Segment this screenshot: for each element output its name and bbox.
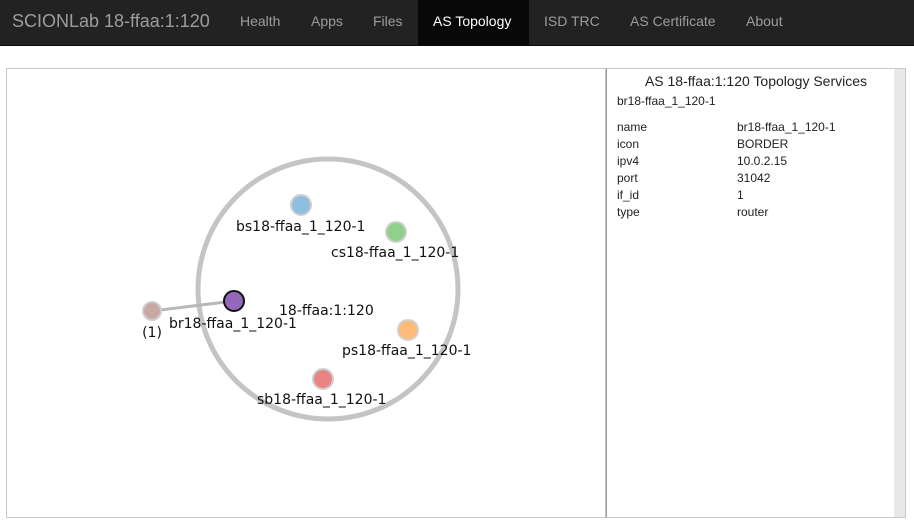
nav-as-topology[interactable]: AS Topology: [418, 0, 529, 45]
nav-isd-trc[interactable]: ISD TRC: [529, 0, 615, 45]
property-key: port: [617, 171, 638, 185]
topology-services-panel: AS 18-ffaa:1:120 Topology Services br18-…: [606, 68, 906, 518]
nav-files[interactable]: Files: [358, 0, 418, 45]
selected-node-label: br18-ffaa_1_120-1: [617, 94, 716, 108]
border-router-node[interactable]: [223, 290, 245, 312]
nav-apps[interactable]: Apps: [296, 0, 358, 45]
property-key: icon: [617, 137, 640, 151]
br-node-label: br18-ffaa_1_120-1: [169, 316, 297, 332]
property-value: 31042: [737, 171, 771, 185]
property-key: ipv4: [617, 154, 640, 168]
topology-graph-panel: (1) bs18-ffaa_1_120-1 cs18-ffaa_1_120-1 …: [6, 68, 606, 518]
remote-as-node[interactable]: [142, 301, 162, 321]
property-key: if_id: [617, 188, 640, 202]
property-key: type: [617, 205, 640, 219]
property-value: router: [737, 205, 769, 219]
cs-node-label: cs18-ffaa_1_120-1: [331, 245, 459, 261]
link-label: (1): [142, 325, 162, 341]
panel-scrollbar[interactable]: [894, 69, 905, 517]
nav-as-certificate[interactable]: AS Certificate: [615, 0, 731, 45]
brand-link[interactable]: SCIONLab 18-ffaa:1:120: [12, 0, 210, 46]
path-service-node[interactable]: [397, 319, 419, 341]
certificate-service-node[interactable]: [385, 221, 407, 243]
sb-node-label: sb18-ffaa_1_120-1: [257, 392, 386, 408]
topology-graph[interactable]: (1) bs18-ffaa_1_120-1 cs18-ffaa_1_120-1 …: [7, 69, 607, 519]
bs-node-label: bs18-ffaa_1_120-1: [236, 219, 365, 235]
sibra-service-node[interactable]: [312, 368, 334, 390]
property-value: br18-ffaa_1_120-1: [737, 120, 836, 134]
as-label: 18-ffaa:1:120: [279, 303, 374, 319]
ps-node-label: ps18-ffaa_1_120-1: [342, 343, 471, 359]
panel-title: AS 18-ffaa:1:120 Topology Services: [644, 73, 868, 89]
property-key: name: [617, 120, 648, 134]
property-value: BORDER: [737, 137, 789, 151]
property-value: 1: [737, 188, 744, 202]
nav-health[interactable]: Health: [225, 0, 295, 45]
property-value: 10.0.2.15: [737, 154, 788, 168]
interface-link[interactable]: [151, 299, 235, 313]
navbar: SCIONLab 18-ffaa:1:120 Health Apps Files…: [0, 0, 914, 46]
nav-about[interactable]: About: [731, 0, 798, 45]
beacon-service-node[interactable]: [290, 194, 312, 216]
